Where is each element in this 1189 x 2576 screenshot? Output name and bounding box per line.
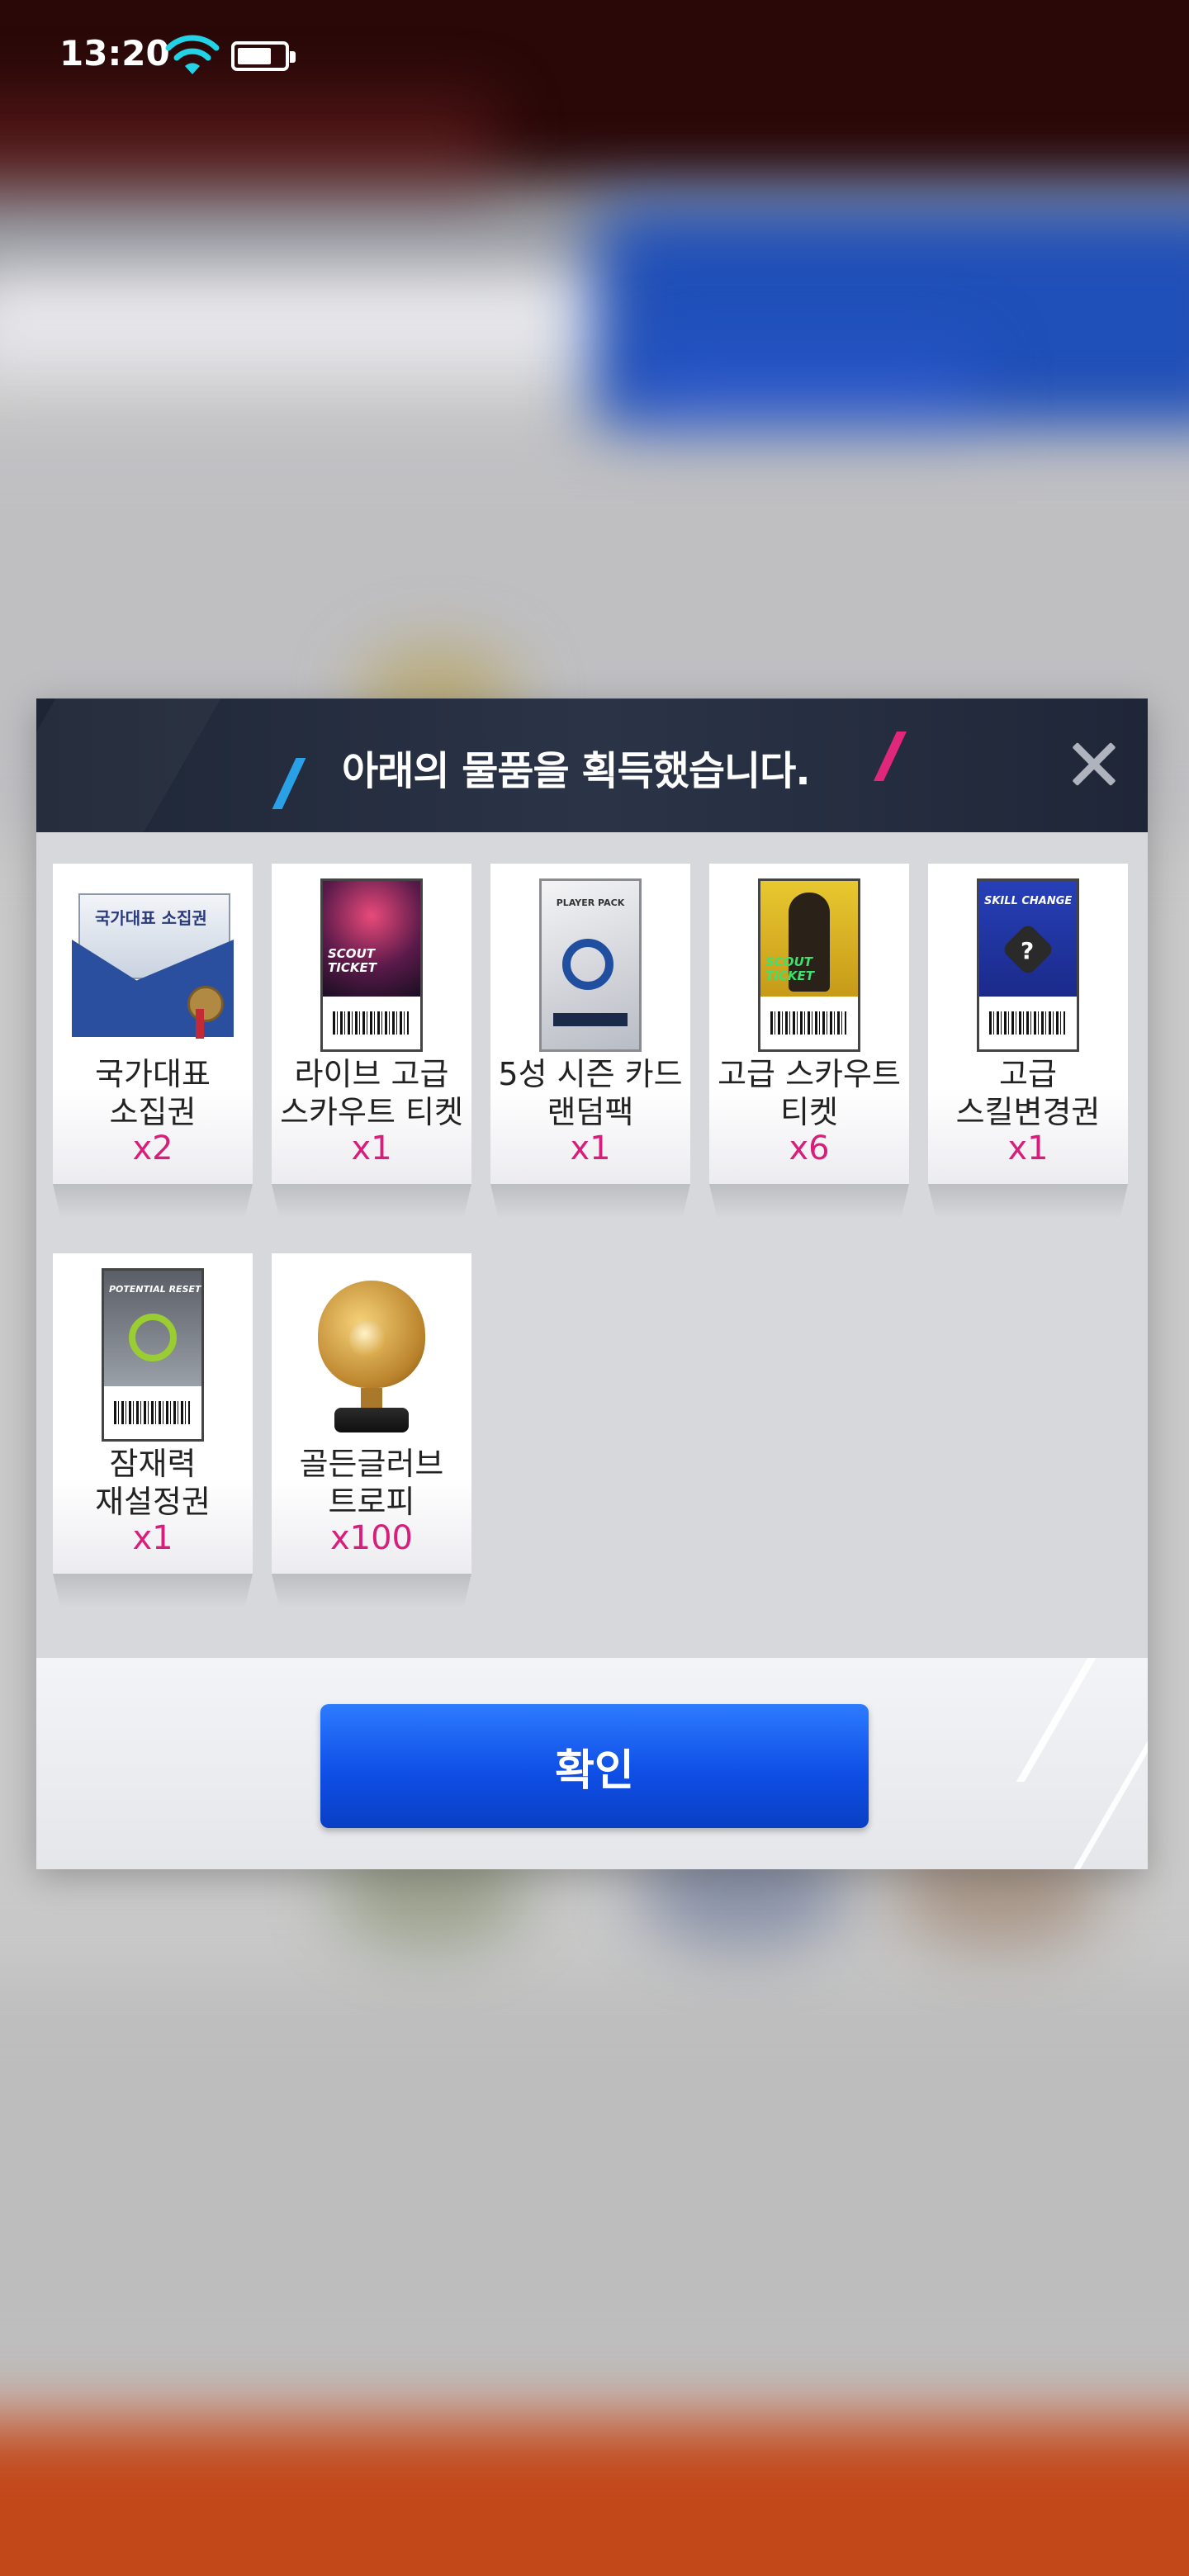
reward-quantity: x1 (570, 1129, 611, 1167)
skill-change-ticket-icon: SKILL CHANGE ? (945, 878, 1111, 1052)
status-time: 13:20 (59, 33, 170, 73)
status-bar: 13:20 (0, 0, 1189, 116)
blue-slash-decoration (272, 758, 306, 809)
reward-item[interactable]: POTENTIAL RESET 잠재력 재설정권 x1 (53, 1253, 253, 1608)
battery-icon (231, 41, 296, 71)
potential-reset-ticket-icon: POTENTIAL RESET (70, 1268, 235, 1442)
reward-name: 고급 스킬변경권 (955, 1056, 1101, 1130)
reward-item[interactable]: SKILL CHANGE ? 고급 스킬변경권 x1 (928, 864, 1128, 1219)
reward-name: 잠재력 재설정권 (95, 1446, 211, 1520)
reward-quantity: x1 (351, 1129, 392, 1167)
reward-item[interactable]: SCOUT TICKET 라이브 고급 스카우트 티켓 x1 (272, 864, 471, 1219)
reward-name: 고급 스카우트 티켓 (718, 1056, 901, 1130)
reward-quantity: x1 (132, 1519, 173, 1557)
reward-name: 국가대표 소집권 (95, 1056, 211, 1130)
confirm-button[interactable]: 확인 (320, 1704, 869, 1828)
reward-item[interactable]: PLAYER PACK 5성 시즌 카드 랜덤팩 x1 (490, 864, 690, 1219)
scout-ticket-icon: SCOUT TICKET (727, 878, 892, 1052)
reward-item[interactable]: 골든글러브 트로피 x100 (272, 1253, 471, 1608)
reward-quantity: x100 (329, 1519, 414, 1557)
close-icon[interactable] (1060, 728, 1135, 803)
reward-name: 골든글러브 트로피 (299, 1446, 444, 1520)
dialog-footer: 확인 (36, 1658, 1148, 1869)
dialog-title: 아래의 물품을 획득했습니다. (342, 748, 811, 794)
reward-name: 5성 시즌 카드 랜덤팩 (498, 1056, 683, 1130)
reward-quantity: x1 (1007, 1129, 1049, 1167)
player-pack-icon: PLAYER PACK (508, 878, 673, 1052)
golden-glove-trophy-icon (289, 1268, 454, 1442)
reward-name: 라이브 고급 스카우트 티켓 (280, 1056, 463, 1130)
reward-quantity: x6 (789, 1129, 830, 1167)
reward-item[interactable]: SCOUT TICKET 고급 스카우트 티켓 x6 (709, 864, 909, 1219)
reward-item[interactable]: 국가대표 소집권 국가대표 소집권 x2 (53, 864, 253, 1219)
live-scout-ticket-icon: SCOUT TICKET (289, 878, 454, 1052)
reward-quantity: x2 (132, 1129, 173, 1167)
pink-slash-decoration (874, 732, 907, 781)
wifi-icon (165, 35, 220, 74)
national-team-envelope-icon: 국가대표 소집권 (70, 878, 235, 1052)
dialog-header: 아래의 물품을 획득했습니다. (36, 698, 1148, 832)
reward-dialog: 아래의 물품을 획득했습니다. 국가대표 소집권 국가대표 소집권 x2 SCOU… (36, 698, 1148, 1869)
